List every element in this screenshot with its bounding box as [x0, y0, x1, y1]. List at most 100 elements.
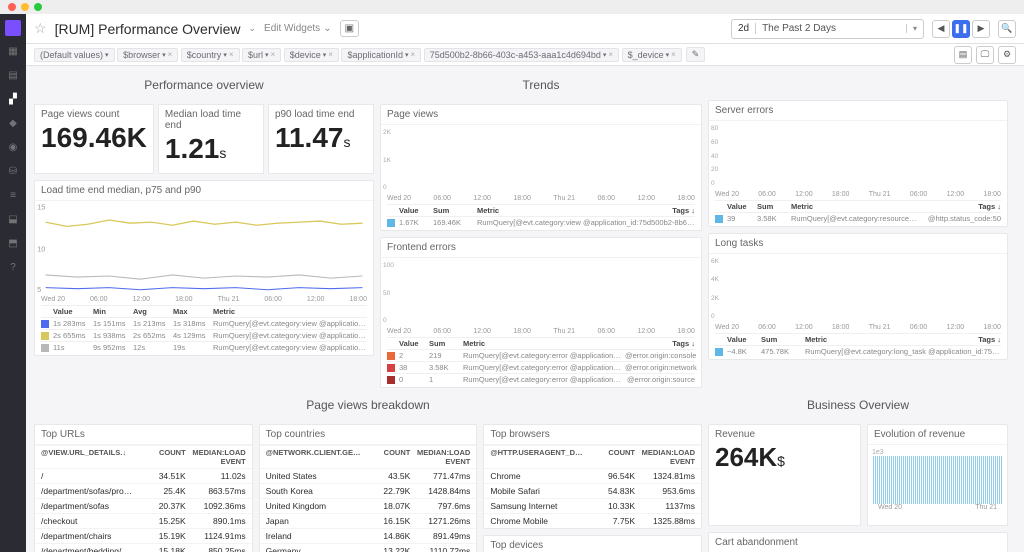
table-header-row: @HTTP.USERAGENT_D…COUNTMEDIAN:LOAD EVENT — [484, 445, 701, 468]
nav-folder-icon[interactable]: ▤ — [6, 70, 20, 84]
table-row[interactable]: /department/sofas/pro…25.4K863.57ms — [35, 483, 252, 498]
top-browsers-table: @HTTP.USERAGENT_D…COUNTMEDIAN:LOAD EVENT… — [484, 445, 701, 528]
dashboard-header: ☆ [RUM] Performance Overview ⌄ Edit Widg… — [26, 14, 1024, 44]
filter-remove-icon[interactable]: × — [229, 50, 234, 59]
screen-icon[interactable]: 🖵 — [976, 46, 994, 64]
filter-remove-icon[interactable]: × — [168, 50, 173, 59]
search-icon[interactable]: 🔍 — [998, 20, 1016, 38]
min-dot[interactable] — [21, 3, 29, 11]
se-y40: 40 — [711, 153, 727, 160]
filter-pill[interactable]: (Default values) ▾ — [34, 48, 115, 62]
edit-widgets-link[interactable]: Edit Widgets ⌄ — [264, 23, 332, 34]
time-forward-button[interactable]: ▶ — [972, 20, 990, 38]
evolution-chart[interactable]: 1e3 Wed 20Thu 21 — [868, 445, 1007, 525]
table-row[interactable]: /department/bedding/…15.18K850.25ms — [35, 543, 252, 552]
legend-row[interactable]: 01RumQuery[@evt.category:error @applicat… — [387, 373, 695, 385]
table-row[interactable]: /34.51K11.02s — [35, 468, 252, 483]
filter-caret-icon: ▾ — [223, 51, 227, 59]
legend-row[interactable]: 2219RumQuery[@evt.category:error @applic… — [387, 349, 695, 361]
table-row[interactable]: United States43.5K771.47ms — [260, 468, 477, 483]
legend-row[interactable]: 2s 655ms1s 938ms2s 652ms4s 129msRumQuery… — [41, 329, 367, 341]
ltc-r-sum: 475.78K — [761, 347, 801, 356]
app-logo[interactable] — [5, 20, 21, 36]
filter-remove-icon[interactable]: × — [271, 50, 276, 59]
table-row[interactable]: Ireland14.86K891.49ms — [260, 528, 477, 543]
max-dot[interactable] — [34, 3, 42, 11]
table-row[interactable]: Chrome Mobile7.75K1325.88ms — [484, 513, 701, 528]
pv-ymax: 2K — [383, 129, 399, 136]
time-abbr: 2d — [732, 23, 756, 34]
nav-settings-icon[interactable]: ◉ — [6, 142, 20, 156]
nav-dashboards-icon[interactable]: ▦ — [6, 46, 20, 60]
time-label: The Past 2 Days — [756, 23, 906, 34]
nav-infra-icon[interactable]: ⛁ — [6, 166, 20, 180]
ltc-y2k: 2K — [711, 295, 727, 302]
filter-caret-icon: ▾ — [105, 51, 109, 59]
table-row[interactable]: Chrome96.54K1324.81ms — [484, 468, 701, 483]
title-chevron-icon[interactable]: ⌄ — [249, 23, 257, 34]
legend-row[interactable]: 383.58KRumQuery[@evt.category:error @app… — [387, 361, 695, 373]
kpi-median-label: Median load time end — [165, 109, 257, 131]
long-tasks-chart[interactable]: 6K4K2K0 — [709, 254, 1007, 324]
revenue-unit: $ — [777, 453, 785, 469]
table-row[interactable]: /checkout15.25K890.1ms — [35, 513, 252, 528]
svg-text:10: 10 — [37, 245, 45, 254]
filter-pill[interactable]: $_device ▾ × — [622, 48, 682, 62]
table-row[interactable]: Japan16.15K1271.26ms — [260, 513, 477, 528]
table-row[interactable]: /department/sofas20.37K1092.36ms — [35, 498, 252, 513]
table-row[interactable]: /department/chairs15.19K1124.91ms — [35, 528, 252, 543]
filter-remove-icon[interactable]: × — [328, 50, 333, 59]
legend-row[interactable]: 1s 283ms1s 151ms1s 213ms1s 318msRumQuery… — [41, 317, 367, 329]
filter-pill[interactable]: $applicationId ▾ × — [341, 48, 421, 62]
top-devices-title: Top devices — [484, 536, 701, 552]
table-row[interactable]: South Korea22.79K1428.84ms — [260, 483, 477, 498]
filter-pill[interactable]: $country ▾ × — [181, 48, 240, 62]
nav-help-icon[interactable]: ? — [6, 262, 20, 276]
filter-remove-icon[interactable]: × — [671, 50, 676, 59]
star-icon[interactable]: ☆ — [34, 20, 47, 37]
ltc-h-tags: Tags ↓ — [971, 335, 1001, 344]
edit-vars-icon[interactable]: ✎ — [686, 47, 706, 62]
revenue-label: Revenue — [715, 429, 854, 440]
filter-pill[interactable]: $browser ▾ × — [117, 48, 178, 62]
se-r-metric: RumQuery[@evt.category:resource @http.st… — [791, 214, 917, 223]
filter-label: $applicationId — [347, 50, 403, 60]
window-chrome — [0, 0, 1024, 14]
legend-row[interactable]: 11s9s 952ms12s19sRumQuery[@evt.category:… — [41, 341, 367, 353]
lt-h-avg: Avg — [133, 307, 169, 316]
kpi-p90-label: p90 load time end — [275, 109, 367, 120]
time-range-select[interactable]: 2d The Past 2 Days ▾ — [731, 19, 924, 39]
nav-charts-icon[interactable]: ▞ — [6, 94, 20, 108]
ev-t0: Wed 20 — [878, 504, 902, 511]
nav-rum-icon[interactable]: ⬒ — [6, 238, 20, 252]
gear-icon[interactable]: ⚙ — [998, 46, 1016, 64]
time-back-button[interactable]: ◀ — [932, 20, 950, 38]
se-y20: 20 — [711, 166, 727, 173]
nav-logs-icon[interactable]: ⬓ — [6, 214, 20, 228]
table-row[interactable]: Samsung Internet10.33K1137ms — [484, 498, 701, 513]
filter-caret-icon: ▾ — [162, 51, 166, 59]
pause-button[interactable]: ❚❚ — [952, 20, 970, 38]
server-errors-chart[interactable]: 806040200 — [709, 121, 1007, 191]
layout-icon[interactable]: ▤ — [954, 46, 972, 64]
filter-pill[interactable]: $device ▾ × — [284, 48, 339, 62]
filter-remove-icon[interactable]: × — [608, 50, 613, 59]
frontend-errors-chart[interactable]: 100500 — [381, 258, 701, 328]
pv-h-metric: Metric — [477, 206, 661, 215]
kpi-p90-value: 11.47 — [275, 122, 344, 153]
table-row[interactable]: Mobile Safari54.83K953.6ms — [484, 483, 701, 498]
filter-pill[interactable]: 75d500b2-8b66-403c-a453-aaa1c4d694bd ▾ × — [424, 48, 619, 62]
nav-traces-icon[interactable]: ≡ — [6, 190, 20, 204]
expand-button[interactable]: ▣ — [340, 20, 359, 37]
table-row[interactable]: Germany13.22K1110.72ms — [260, 543, 477, 552]
loadtime-chart[interactable]: 15105 Wed 2006:0012:0018:00Thu 2106:0012… — [35, 201, 373, 303]
lt-h-value: Value — [53, 307, 89, 316]
filter-remove-icon[interactable]: × — [411, 50, 416, 59]
fe-title: Frontend errors — [381, 238, 701, 258]
page-views-chart[interactable]: 2K1K0 — [381, 125, 701, 195]
nav-alerts-icon[interactable]: ◆ — [6, 118, 20, 132]
filter-pill[interactable]: $url ▾ × — [242, 48, 281, 62]
table-row[interactable]: United Kingdom18.07K797.6ms — [260, 498, 477, 513]
lt-h-max: Max — [173, 307, 209, 316]
close-dot[interactable] — [8, 3, 16, 11]
